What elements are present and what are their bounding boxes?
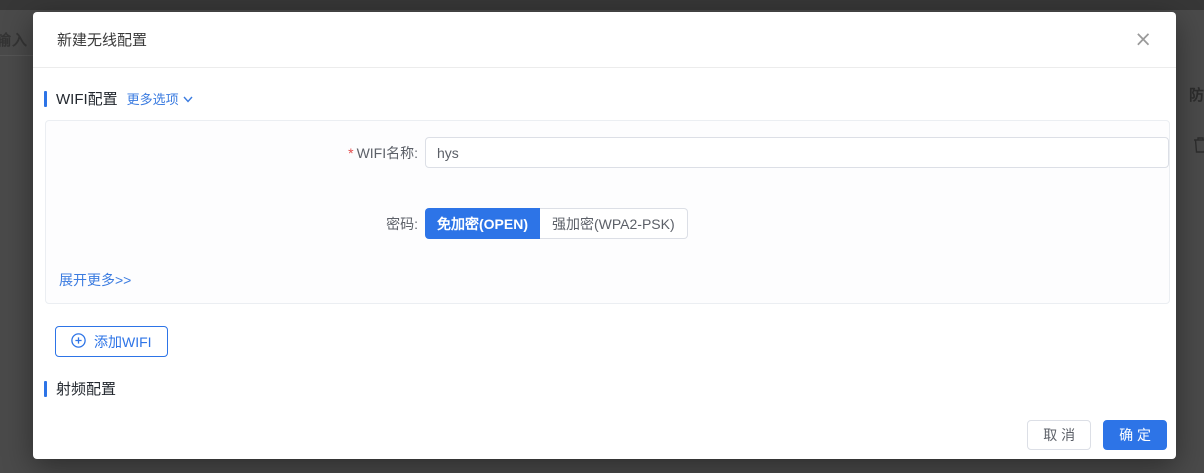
expand-more-link[interactable]: 展开更多>> — [59, 270, 131, 290]
close-icon[interactable]: × — [1130, 27, 1156, 52]
confirm-button[interactable]: 确 定 — [1103, 420, 1167, 450]
wifi-config-section-header: WIFI配置 更多选项 — [44, 88, 1170, 109]
dialog-footer: 取 消 确 定 — [1027, 420, 1167, 450]
dialog-title: 新建无线配置 — [57, 32, 148, 49]
radio-config-section-title: 射频配置 — [56, 381, 117, 398]
dialog-body: WIFI配置 更多选项 * WIFI名称: hys 密码: 免加密(OPEN) … — [33, 68, 1176, 399]
more-options-label: 更多选项 — [126, 92, 179, 107]
new-wireless-config-dialog: 新建无线配置 × WIFI配置 更多选项 * WIFI名称: hys 密码: 免… — [33, 12, 1176, 459]
chevron-down-icon — [183, 91, 193, 106]
wifi-config-section-title: WIFI配置 — [56, 91, 118, 108]
trash-icon — [1193, 136, 1204, 158]
background-divider — [0, 55, 33, 56]
wifi-name-input[interactable] — [425, 137, 1169, 168]
password-option-open[interactable]: 免加密(OPEN) — [425, 208, 540, 239]
background-partial-text-left: 输入 — [0, 32, 29, 49]
wifi-name-row: * WIFI名称: — [46, 137, 1169, 168]
add-wifi-button[interactable]: 添加WIFI — [55, 326, 168, 357]
password-row: 密码: 免加密(OPEN) 强加密(WPA2-PSK) — [46, 208, 1169, 239]
radio-config-section-header: 射频配置 — [44, 378, 1170, 399]
cancel-button[interactable]: 取 消 — [1027, 420, 1092, 450]
screen: 输入 防 新建无线配置 × WIFI配置 更多选项 * WIFI名称: hys … — [0, 0, 1204, 473]
background-topbar — [0, 0, 1204, 10]
background-partial-text-right: 防 — [1189, 87, 1204, 104]
required-asterisk: * — [348, 144, 354, 161]
password-option-wpa2[interactable]: 强加密(WPA2-PSK) — [540, 208, 688, 239]
section-accent-bar — [44, 90, 47, 107]
more-options-link[interactable]: 更多选项 — [127, 89, 193, 108]
wifi-config-panel: *WIFI名称: 密码: 免加密(OPEN) 强加密(WPA2-PSK) 展开更… — [45, 120, 1170, 304]
password-label: 密码: — [386, 215, 418, 232]
section-accent-bar — [44, 380, 47, 397]
password-mode-toggle: 免加密(OPEN) 强加密(WPA2-PSK) — [425, 208, 688, 239]
add-wifi-label: 添加WIFI — [94, 333, 152, 350]
dialog-header: 新建无线配置 × — [33, 12, 1176, 68]
wifi-name-label: * WIFI名称: — [348, 144, 418, 161]
plus-circle-icon — [71, 332, 86, 351]
